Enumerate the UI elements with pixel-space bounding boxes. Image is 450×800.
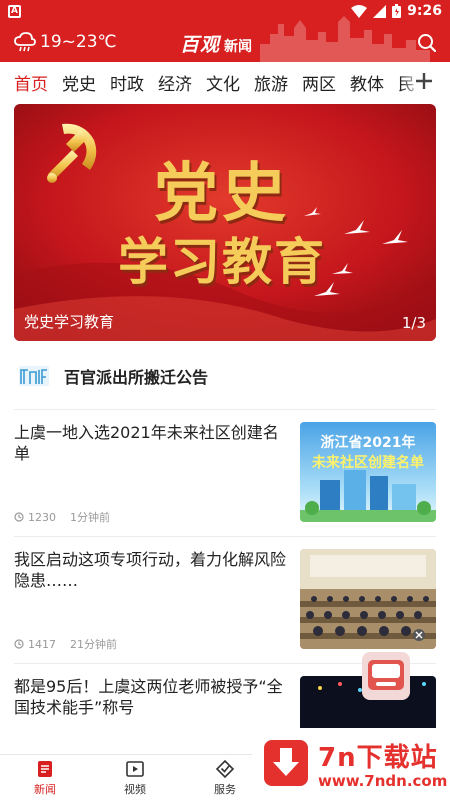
weather-temp: 19~23℃ <box>40 32 117 52</box>
signal-icon <box>373 4 387 18</box>
notice-bar[interactable]: 百官派出所搬迁公告 <box>14 355 436 397</box>
promo-badge-icon <box>368 660 404 690</box>
news-title: 我区启动这项专项行动，着力化解风险隐患…… <box>14 550 287 590</box>
news-title: 上虞一地入选2021年未来社区创建名单 <box>14 423 279 463</box>
tab-culture[interactable]: 文化 <box>206 70 240 95</box>
nav-service-label: 服务 <box>214 783 236 796</box>
nav-news-label: 新闻 <box>34 783 56 796</box>
watermark-title: 7n下载站 <box>318 743 438 773</box>
floating-promo-badge[interactable] <box>362 652 410 700</box>
tab-party-history[interactable]: 党史 <box>62 70 96 95</box>
nav-news[interactable]: 新闻 <box>20 759 70 797</box>
tab-education-sports[interactable]: 教体 <box>350 70 384 95</box>
view-count-icon <box>14 512 24 522</box>
cloud-rain-icon <box>14 32 36 52</box>
publish-time: 1分钟前 <box>70 511 110 524</box>
view-count: 1230 <box>28 510 56 524</box>
news-meta: 1230 1分钟前 <box>14 509 110 525</box>
tab-home[interactable]: 首页 <box>14 70 48 95</box>
banner-carousel[interactable]: 党史 学习教育 党史学习教育 1/3 <box>14 104 436 341</box>
news-item[interactable]: 我区启动这项专项行动，着力化解风险隐患…… 1417 21分钟前 <box>14 549 436 652</box>
tab-two-districts[interactable]: 两区 <box>302 70 336 95</box>
top-bar: A 9:26 19~23℃ 百观 新闻 <box>0 0 450 62</box>
news-icon <box>38 761 52 777</box>
weather-widget[interactable]: 19~23℃ <box>14 32 117 52</box>
search-icon[interactable] <box>416 32 438 54</box>
tab-economy[interactable]: 经济 <box>158 70 192 95</box>
divider <box>14 409 436 410</box>
brand-logo: 百观 新闻 <box>180 30 252 57</box>
banner-headline-line1: 党史 <box>154 156 290 231</box>
add-channel-icon[interactable] <box>414 71 434 91</box>
app-screen: A 9:26 19~23℃ 百观 新闻 首页 党史 时政 经济 文化 旅游 两区… <box>0 0 450 800</box>
status-bar: A 9:26 <box>0 0 450 22</box>
meeting-room-photo <box>300 549 436 649</box>
sim-indicator: A <box>8 4 21 18</box>
wifi-icon <box>351 4 368 18</box>
watermark-url: www.7ndn.com <box>318 772 448 790</box>
channel-tabs: 首页 党史 时政 经济 文化 旅游 两区 教体 民 <box>0 62 450 102</box>
news-thumbnail: 浙江省2021年 未来社区创建名单 <box>300 422 436 522</box>
download-arrow-icon <box>264 740 308 786</box>
banner-headline-line2: 学习教育 <box>118 232 326 291</box>
nav-video-label: 视频 <box>124 783 146 796</box>
nav-video[interactable]: 视频 <box>110 759 160 797</box>
brand-logo-text: 百观 <box>180 34 221 56</box>
divider <box>14 536 436 537</box>
status-time: 9:26 <box>407 3 442 19</box>
notice-text: 百官派出所搬迁公告 <box>64 368 209 387</box>
tab-tourism[interactable]: 旅游 <box>254 70 288 95</box>
notice-icon <box>19 366 49 386</box>
view-count-icon <box>14 639 24 649</box>
video-icon <box>126 761 144 777</box>
building-illustration <box>300 470 436 522</box>
news-item[interactable]: 上虞一地入选2021年未来社区创建名单 1230 1分钟前 浙江省2021年 未… <box>14 422 436 525</box>
brand-sub-text: 新闻 <box>224 39 253 55</box>
nav-service[interactable]: 服务 <box>200 759 250 797</box>
download-site-watermark: 7n下载站 www.7ndn.com <box>252 728 450 800</box>
publish-time: 21分钟前 <box>70 638 117 651</box>
app-header: 19~23℃ 百观 新闻 <box>0 22 450 62</box>
tab-politics[interactable]: 时政 <box>110 70 144 95</box>
news-thumbnail <box>300 549 436 649</box>
banner-caption: 党史学习教育 <box>24 313 115 331</box>
battery-icon <box>392 4 402 18</box>
service-icon <box>215 759 235 779</box>
banner-page-counter: 1/3 <box>401 314 426 332</box>
news-meta: 1417 21分钟前 <box>14 636 117 652</box>
view-count: 1417 <box>28 637 56 651</box>
news-title: 都是95后！上虞这两位老师被授予“全国技术能手”称号 <box>14 677 283 717</box>
